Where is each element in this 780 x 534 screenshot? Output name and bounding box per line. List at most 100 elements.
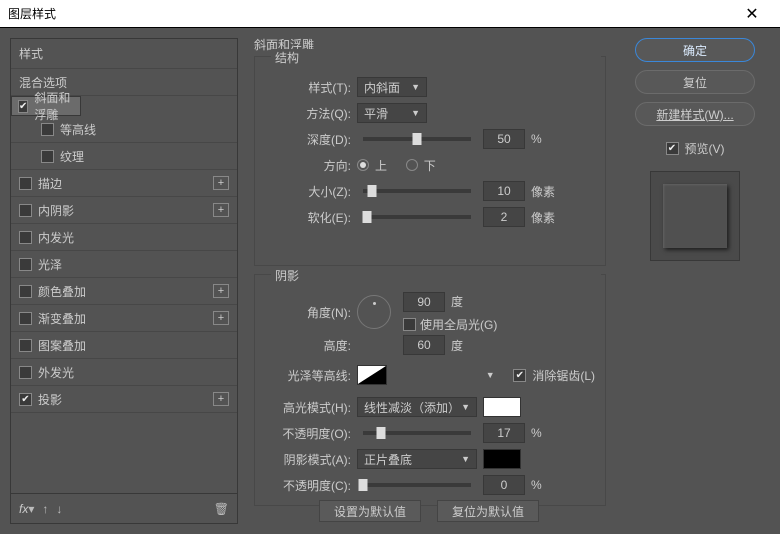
direction-up-radio[interactable] bbox=[357, 159, 369, 171]
item-label: 投影 bbox=[38, 391, 62, 408]
global-light-label: 使用全局光(G) bbox=[420, 316, 497, 333]
item-satin[interactable]: 光泽 bbox=[11, 251, 237, 278]
checkbox[interactable] bbox=[18, 100, 28, 113]
window-title: 图层样式 bbox=[8, 5, 56, 22]
item-label: 外发光 bbox=[38, 364, 74, 381]
shadow-mode-select[interactable]: 正片叠底▼ bbox=[357, 449, 477, 469]
checkbox[interactable] bbox=[19, 312, 32, 325]
soften-input[interactable]: 2 bbox=[483, 207, 525, 227]
make-default-button[interactable]: 设置为默认值 bbox=[319, 500, 421, 522]
item-stroke[interactable]: 描边 + bbox=[11, 170, 237, 197]
checkbox[interactable] bbox=[19, 258, 32, 271]
item-texture[interactable]: 纹理 bbox=[11, 143, 237, 170]
ok-button[interactable]: 确定 bbox=[635, 38, 755, 62]
shadow-opacity-slider[interactable] bbox=[363, 483, 471, 487]
reset-button[interactable]: 复位 bbox=[635, 70, 755, 94]
size-slider[interactable] bbox=[363, 189, 471, 193]
shading-legend: 阴影 bbox=[271, 267, 601, 284]
shading-group: 阴影 角度(N): 90度 使用全局光(G) 高度:60度 光泽等高线:▼ 消除… bbox=[254, 274, 606, 506]
highlight-opacity-slider[interactable] bbox=[363, 431, 471, 435]
angle-label: 角度(N): bbox=[265, 304, 351, 321]
default-buttons: 设置为默认值 复位为默认值 bbox=[248, 500, 610, 522]
checkbox[interactable] bbox=[19, 393, 32, 406]
checkbox[interactable] bbox=[19, 231, 32, 244]
sidebar-header: 样式 bbox=[11, 39, 237, 69]
close-button[interactable]: ✕ bbox=[732, 0, 772, 28]
item-contour[interactable]: 等高线 bbox=[11, 116, 237, 143]
highlight-opacity-input[interactable]: 17 bbox=[483, 423, 525, 443]
highlight-opacity-label: 不透明度(O): bbox=[265, 425, 351, 442]
trash-icon[interactable]: 🗑 bbox=[214, 502, 229, 516]
unit: 度 bbox=[451, 337, 463, 354]
size-input[interactable]: 10 bbox=[483, 181, 525, 201]
style-select[interactable]: 内斜面▼ bbox=[357, 77, 427, 97]
highlight-mode-select[interactable]: 线性减淡（添加）▼ bbox=[357, 397, 477, 417]
chevron-down-icon: ▼ bbox=[461, 454, 470, 464]
item-label: 等高线 bbox=[60, 121, 96, 138]
shadow-opacity-input[interactable]: 0 bbox=[483, 475, 525, 495]
checkbox[interactable] bbox=[41, 123, 54, 136]
highlight-color[interactable] bbox=[483, 397, 521, 417]
item-label: 描边 bbox=[38, 175, 62, 192]
item-label: 图案叠加 bbox=[38, 337, 86, 354]
add-icon[interactable]: + bbox=[213, 311, 229, 325]
chevron-down-icon: ▼ bbox=[411, 108, 420, 118]
add-icon[interactable]: + bbox=[213, 284, 229, 298]
item-label: 渐变叠加 bbox=[38, 310, 86, 327]
checkbox[interactable] bbox=[19, 285, 32, 298]
item-outer-glow[interactable]: 外发光 bbox=[11, 359, 237, 386]
item-bevel[interactable]: 斜面和浮雕 bbox=[11, 96, 81, 116]
item-drop-shadow[interactable]: 投影 + bbox=[11, 386, 237, 413]
antialias-checkbox[interactable] bbox=[513, 369, 526, 382]
angle-input[interactable]: 90 bbox=[403, 292, 445, 312]
global-light-checkbox[interactable] bbox=[403, 318, 416, 331]
blend-label: 混合选项 bbox=[19, 74, 67, 91]
soften-slider[interactable] bbox=[363, 215, 471, 219]
new-style-button[interactable]: 新建样式(W)... bbox=[635, 102, 755, 126]
preview-row: 预览(V) bbox=[666, 140, 725, 157]
checkbox[interactable] bbox=[41, 150, 54, 163]
shadow-color[interactable] bbox=[483, 449, 521, 469]
checkbox[interactable] bbox=[19, 339, 32, 352]
dialog-buttons: 确定 复位 新建样式(W)... 预览(V) bbox=[620, 38, 770, 524]
structure-group: 结构 样式(T):内斜面▼ 方法(Q):平滑▼ 深度(D):50% 方向:上 下… bbox=[254, 56, 606, 266]
method-select[interactable]: 平滑▼ bbox=[357, 103, 427, 123]
item-color-overlay[interactable]: 颜色叠加+ bbox=[11, 278, 237, 305]
item-gradient-overlay[interactable]: 渐变叠加 + bbox=[11, 305, 237, 332]
checkbox[interactable] bbox=[19, 204, 32, 217]
reset-default-button[interactable]: 复位为默认值 bbox=[437, 500, 539, 522]
item-inner-glow[interactable]: 内发光 bbox=[11, 224, 237, 251]
checkbox[interactable] bbox=[19, 366, 32, 379]
angle-dial[interactable] bbox=[357, 295, 391, 329]
chevron-down-icon: ▼ bbox=[461, 402, 470, 412]
add-icon[interactable]: + bbox=[213, 203, 229, 217]
chevron-down-icon[interactable]: ▼ bbox=[486, 370, 495, 380]
altitude-input[interactable]: 60 bbox=[403, 335, 445, 355]
arrow-up-icon[interactable]: ↑ bbox=[42, 502, 48, 516]
add-icon[interactable]: + bbox=[213, 392, 229, 406]
gloss-contour-picker[interactable] bbox=[357, 365, 387, 385]
depth-label: 深度(D): bbox=[265, 131, 351, 148]
item-inner-shadow[interactable]: 内阴影+ bbox=[11, 197, 237, 224]
fx-icon[interactable]: fx▾ bbox=[19, 502, 34, 516]
direction-down-radio[interactable] bbox=[406, 159, 418, 171]
depth-slider[interactable] bbox=[363, 137, 471, 141]
gloss-contour-label: 光泽等高线: bbox=[265, 367, 351, 384]
structure-legend: 结构 bbox=[271, 49, 601, 66]
item-label: 内发光 bbox=[38, 229, 74, 246]
arrow-down-icon[interactable]: ↓ bbox=[56, 502, 62, 516]
unit: % bbox=[531, 132, 557, 146]
item-label: 纹理 bbox=[60, 148, 84, 165]
item-pattern-overlay[interactable]: 图案叠加 bbox=[11, 332, 237, 359]
up-label: 上 bbox=[375, 157, 387, 174]
preview-checkbox[interactable] bbox=[666, 142, 679, 155]
add-icon[interactable]: + bbox=[213, 176, 229, 190]
preview-swatch bbox=[650, 171, 740, 261]
settings-panel: 斜面和浮雕 结构 样式(T):内斜面▼ 方法(Q):平滑▼ 深度(D):50% … bbox=[248, 38, 610, 524]
depth-input[interactable]: 50 bbox=[483, 129, 525, 149]
shadow-mode-label: 阴影模式(A): bbox=[265, 451, 351, 468]
chevron-down-icon: ▼ bbox=[411, 82, 420, 92]
preview-label: 预览(V) bbox=[685, 140, 725, 157]
altitude-label: 高度: bbox=[265, 337, 351, 354]
checkbox[interactable] bbox=[19, 177, 32, 190]
